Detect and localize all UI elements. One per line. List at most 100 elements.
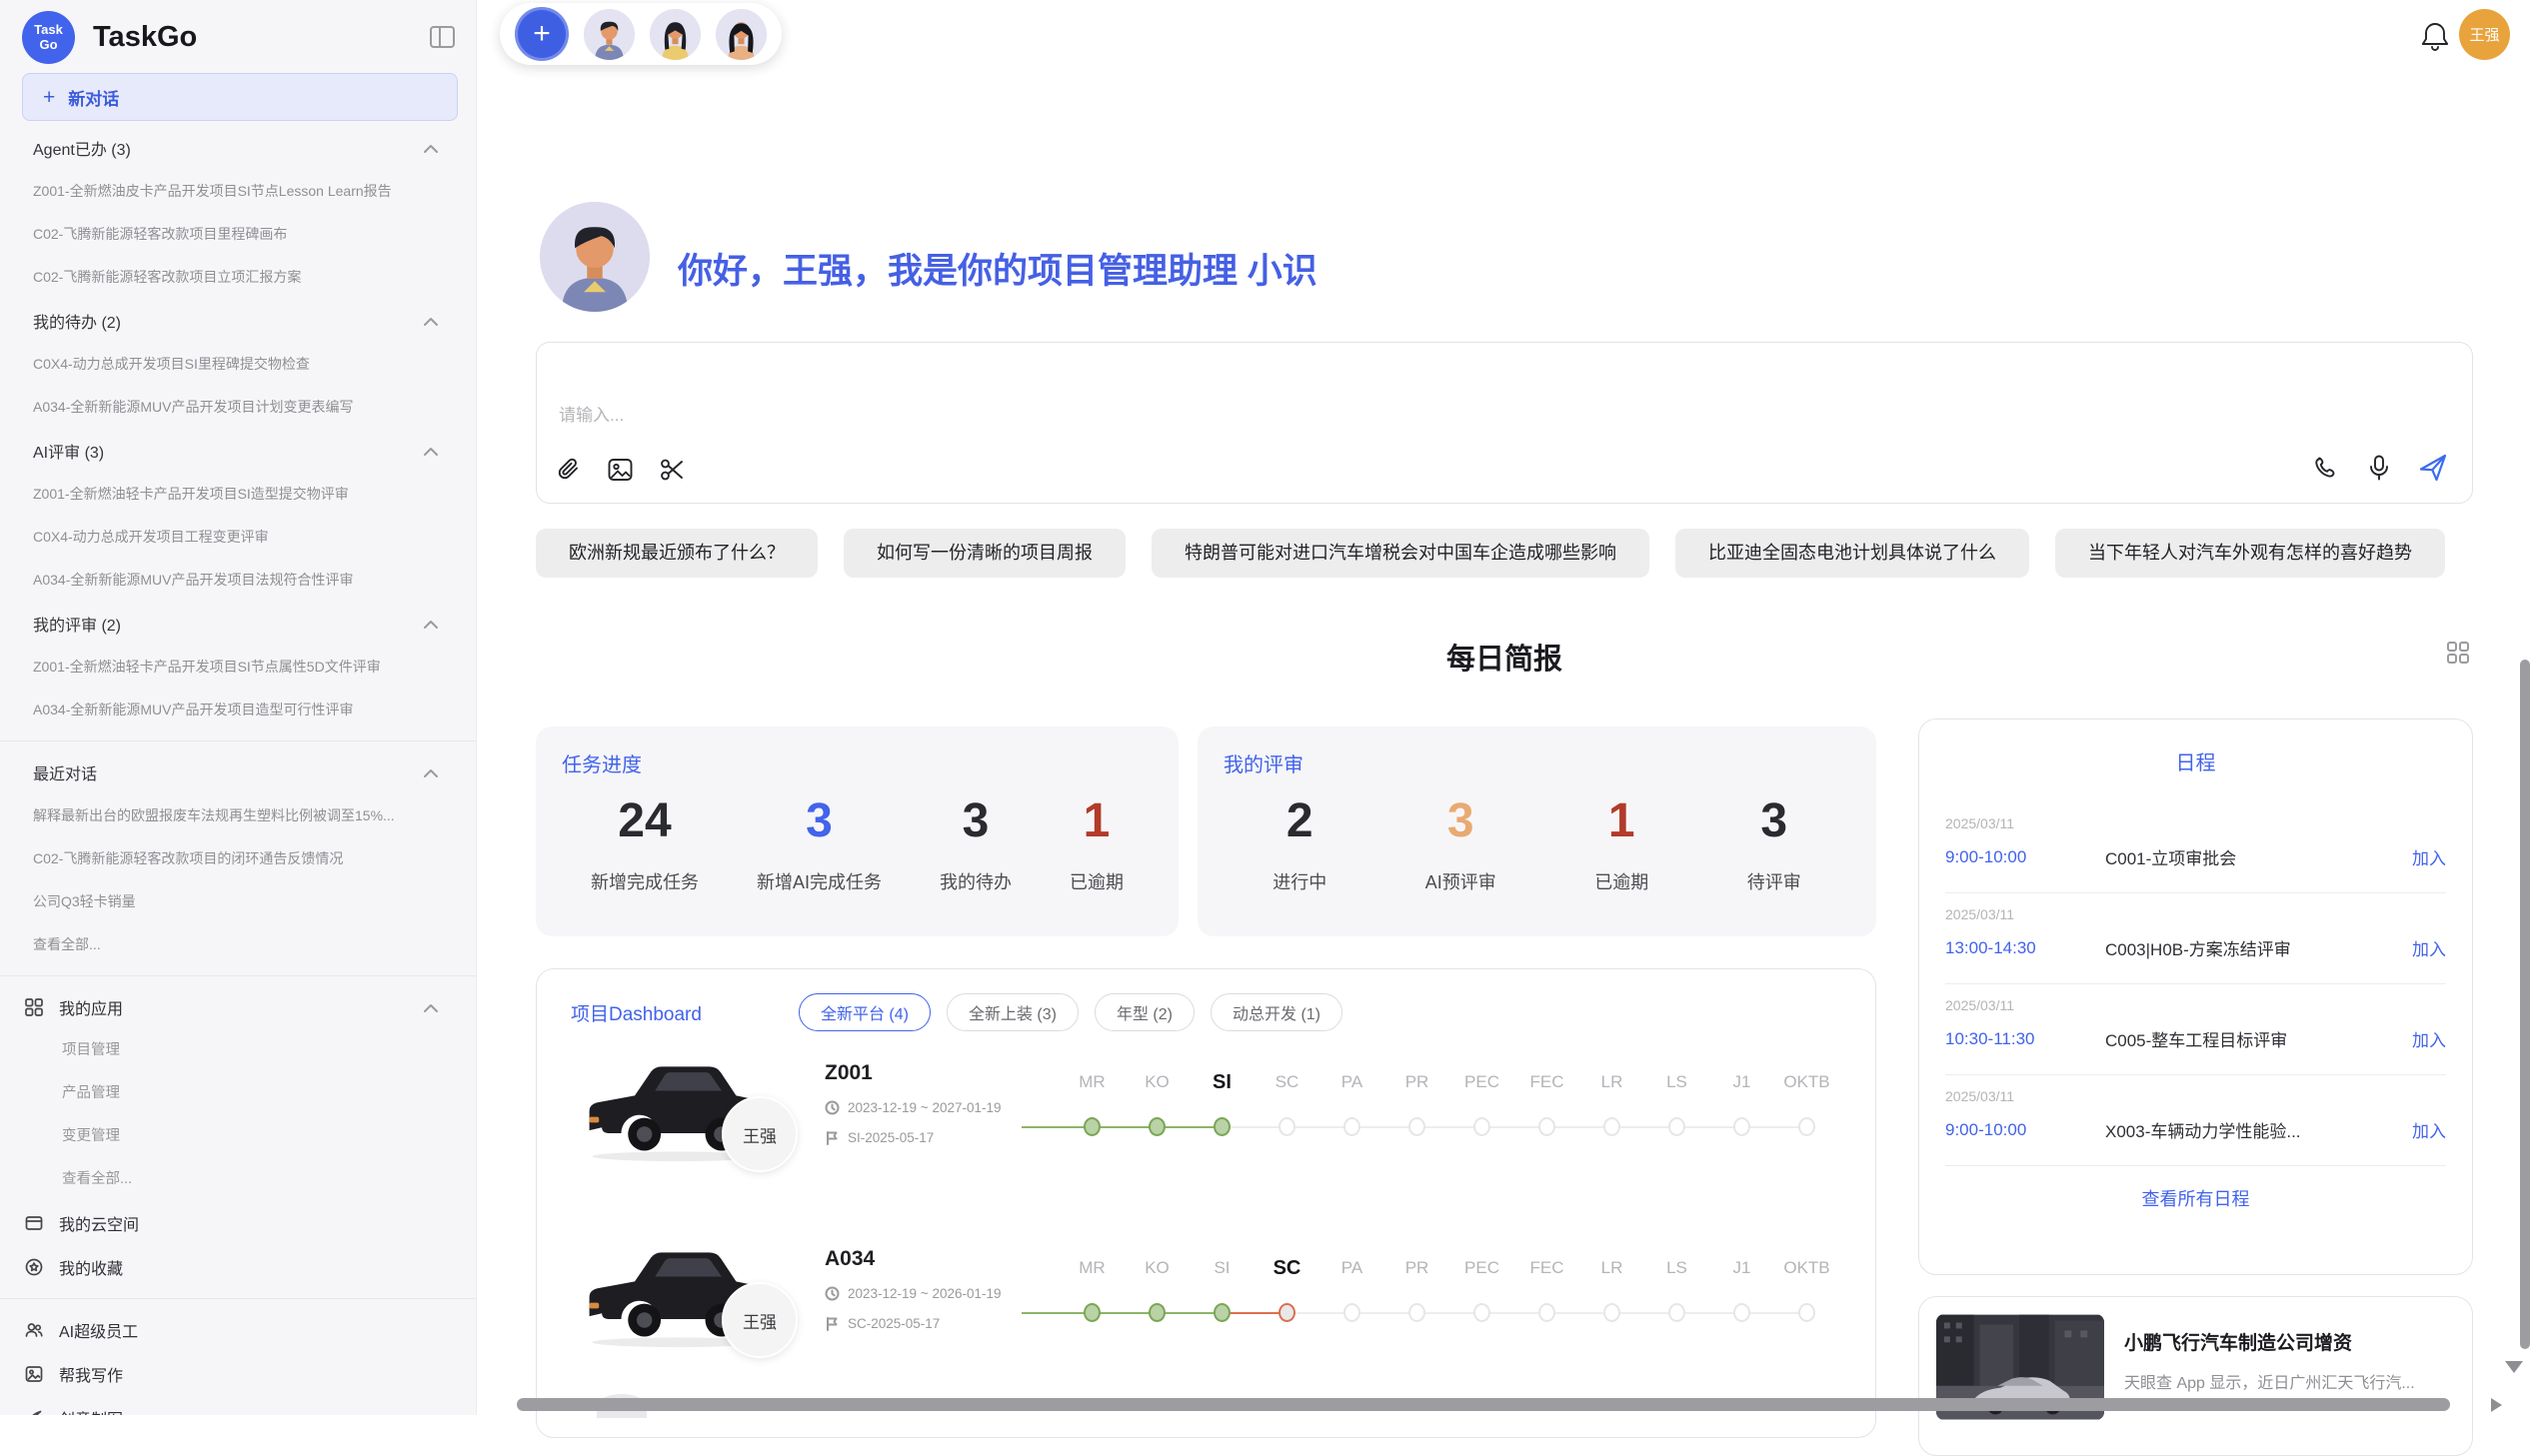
project-code: Z001 [825, 1061, 1060, 1085]
filter-tab-new-body[interactable]: 全新上装 (3) [947, 993, 1079, 1031]
section-my-todo[interactable]: 我的待办 (2) [0, 299, 476, 343]
recent-chat-item[interactable]: C02-飞腾新能源轻客改款项目的闭环通告反馈情况 [0, 837, 476, 880]
agent-avatar-2[interactable] [650, 9, 701, 60]
phone-icon[interactable] [2313, 455, 2340, 482]
suggestion-chip[interactable]: 欧洲新规最近颁布了什么？ [536, 529, 818, 578]
task-item[interactable]: C0X4-动力总成开发项目工程变更评审 [0, 516, 476, 559]
image-icon[interactable] [607, 457, 634, 483]
task-item[interactable]: Z001-全新燃油皮卡产品开发项目SI节点Lesson Learn报告 [0, 170, 476, 213]
view-all-chats[interactable]: 查看全部... [0, 923, 476, 966]
milestone-label: PR [1384, 1255, 1449, 1281]
scroll-down-icon[interactable] [2505, 1361, 2523, 1373]
sidebar-item-cloud-space[interactable]: 我的云空间 [0, 1201, 476, 1245]
filter-tab-powertrain[interactable]: 动总开发 (1) [1211, 993, 1342, 1031]
milestone-dot [1668, 1303, 1685, 1322]
task-item[interactable]: Z001-全新燃油轻卡产品开发项目SI造型提交物评审 [0, 473, 476, 516]
sidebar-item-creative-draw[interactable]: 创意制图 [0, 1396, 476, 1415]
schedule-time: 13:00-14:30 [1945, 938, 2105, 958]
schedule-item[interactable]: 2025/03/11 13:00-14:30 C003|H0B-方案冻结评审 加… [1945, 893, 2446, 984]
join-button[interactable]: 加入 [2398, 1026, 2446, 1051]
milestone-label: LR [1579, 1069, 1644, 1095]
schedule-card: 日程 2025/03/11 9:00-10:00 C001-立项审批会 加入 2… [1918, 719, 2473, 1275]
chat-input[interactable]: 请输入... [536, 342, 2473, 504]
task-item[interactable]: A034-全新新能源MUV产品开发项目造型可行性评审 [0, 689, 476, 731]
favorites-label: 我的收藏 [59, 1255, 438, 1279]
flag-icon [825, 1130, 840, 1145]
milestone-label: MR [1060, 1255, 1125, 1281]
milestone-label: OKTB [1774, 1255, 1839, 1281]
suggestion-chip[interactable]: 比亚迪全固态电池计划具体说了什么 [1675, 529, 2029, 578]
milestone-dot [1733, 1117, 1750, 1136]
sidebar-item-ai-staff[interactable]: AI超级员工 [0, 1308, 476, 1352]
sidebar-item-my-apps[interactable]: 我的应用 [0, 985, 476, 1029]
schedule-item[interactable]: 2025/03/11 9:00-10:00 X003-车辆动力学性能验... 加… [1945, 1075, 2446, 1166]
view-all-apps[interactable]: 查看全部... [0, 1158, 476, 1201]
attach-icon[interactable] [557, 457, 582, 483]
grid-icon[interactable] [2445, 640, 2471, 666]
section-my-review[interactable]: 我的评审 (2) [0, 602, 476, 646]
app-item-change-mgmt[interactable]: 变更管理 [0, 1115, 476, 1158]
schedule-item[interactable]: 2025/03/11 9:00-10:00 C001-立项审批会 加入 [1945, 802, 2446, 893]
app-item-project-mgmt[interactable]: 项目管理 [0, 1029, 476, 1072]
send-icon[interactable] [2418, 453, 2448, 483]
owner-name: 王强 [743, 1122, 777, 1147]
filter-tab-new-platform[interactable]: 全新平台 (4) [799, 993, 931, 1031]
task-item[interactable]: Z001-全新燃油轻卡产品开发项目SI节点属性5D文件评审 [0, 646, 476, 689]
agent-avatar-1[interactable] [584, 9, 635, 60]
sidebar-item-favorites[interactable]: 我的收藏 [0, 1245, 476, 1289]
app-item-product-mgmt[interactable]: 产品管理 [0, 1072, 476, 1115]
chevron-up-icon [424, 447, 438, 456]
milestone-dot [1603, 1117, 1620, 1136]
recent-chat-item[interactable]: 公司Q3轻卡销量 [0, 880, 476, 923]
schedule-item[interactable]: 2025/03/11 10:30-11:30 C005-整车工程目标评审 加入 [1945, 984, 2446, 1075]
agent-avatar-3[interactable] [716, 9, 767, 60]
join-button[interactable]: 加入 [2398, 935, 2446, 960]
schedule-name: C005-整车工程目标评审 [2105, 1026, 2398, 1051]
news-card[interactable]: 小鹏飞行汽车制造公司增资 天眼查 App 显示，近日广州汇天飞行汽... [1918, 1296, 2473, 1456]
scissors-icon[interactable] [659, 457, 686, 483]
suggestion-chip[interactable]: 当下年轻人对汽车外观有怎样的喜好趋势 [2055, 529, 2445, 578]
mic-icon[interactable] [2367, 454, 2391, 482]
milestone-label: PEC [1449, 1069, 1514, 1095]
horizontal-scrollbar[interactable] [517, 1398, 2450, 1411]
stat-label: 我的待办 [940, 868, 1012, 894]
section-agent-done[interactable]: Agent已办 (3) [0, 126, 476, 170]
section-recent-chats[interactable]: 最近对话 [0, 750, 476, 794]
milestone-dot-done [1084, 1303, 1101, 1322]
sidebar-item-write-helper[interactable]: 帮我写作 [0, 1352, 476, 1396]
join-button[interactable]: 加入 [2398, 1117, 2446, 1142]
join-button[interactable]: 加入 [2398, 844, 2446, 869]
vertical-scrollbar[interactable] [2520, 660, 2530, 1349]
milestone-dot [1343, 1117, 1360, 1136]
task-item[interactable]: C02-飞腾新能源轻客改款项目里程碑画布 [0, 213, 476, 256]
new-chat-button[interactable]: + 新对话 [22, 73, 458, 121]
milestone-dot-done [1149, 1303, 1166, 1322]
filter-tab-model-year[interactable]: 年型 (2) [1095, 993, 1195, 1031]
view-all-schedule[interactable]: 查看所有日程 [1945, 1166, 2446, 1211]
scroll-right-icon[interactable] [2491, 1398, 2502, 1412]
task-item[interactable]: C0X4-动力总成开发项目SI里程碑提交物检查 [0, 343, 476, 386]
divider [0, 1298, 476, 1299]
owner-name: 王强 [743, 1308, 777, 1333]
sidebar-toggle-icon[interactable] [429, 25, 456, 49]
project-row-a034[interactable]: 王强 A034 2023-12-19 ~ 2026-01-19 SC-2025-… [575, 1227, 1845, 1409]
bell-icon[interactable] [2420, 20, 2450, 52]
daily-brief-title: 每日简报 [1446, 644, 1562, 676]
project-row-z001[interactable]: 王强 Z001 2023-12-19 ~ 2027-01-19 SI-2025-… [575, 1041, 1845, 1223]
task-item[interactable]: C02-飞腾新能源轻客改款项目立项汇报方案 [0, 256, 476, 299]
add-agent-button[interactable]: + [515, 7, 569, 61]
suggestion-chip[interactable]: 如何写一份清晰的项目周报 [844, 529, 1126, 578]
recent-chat-item[interactable]: 解释最新出台的欧盟报废车法规再生塑料比例被调至15%... [0, 794, 476, 837]
stat-label: AI预评审 [1425, 868, 1496, 894]
stat-value: 1 [1594, 793, 1648, 848]
milestone-dot-done [1214, 1303, 1231, 1322]
section-ai-review[interactable]: AI评审 (3) [0, 429, 476, 473]
milestone-dot [1603, 1303, 1620, 1322]
schedule-date: 2025/03/11 [1945, 906, 2446, 922]
user-avatar[interactable]: 王强 [2459, 9, 2510, 60]
task-item[interactable]: A034-全新新能源MUV产品开发项目计划变更表编写 [0, 386, 476, 429]
clock-icon [825, 1100, 840, 1115]
task-item[interactable]: A034-全新新能源MUV产品开发项目法规符合性评审 [0, 559, 476, 602]
project-code: A034 [825, 1247, 1060, 1271]
suggestion-chip[interactable]: 特朗普可能对进口汽车增税会对中国车企造成哪些影响 [1152, 529, 1649, 578]
